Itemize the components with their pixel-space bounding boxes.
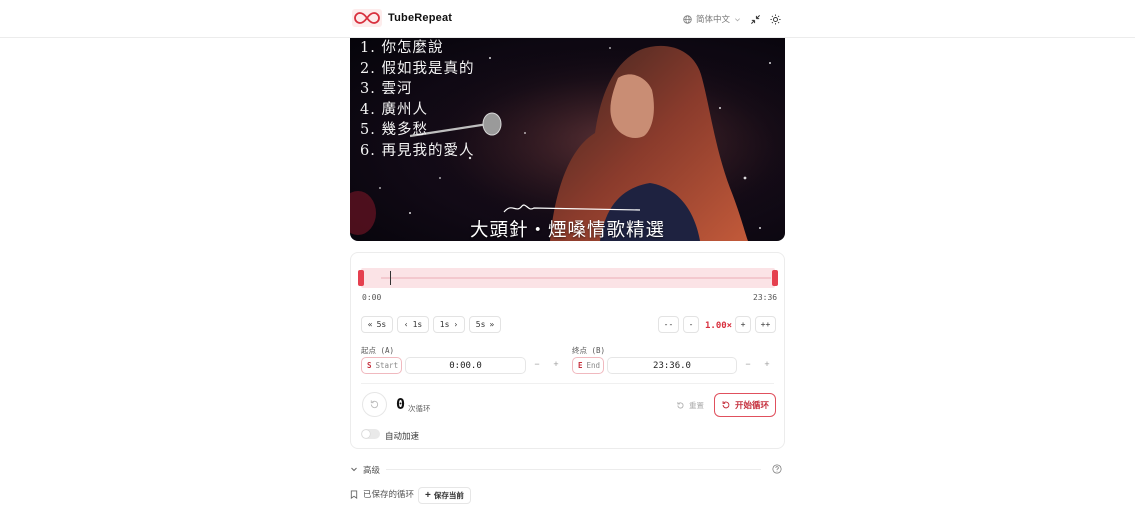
speed-down-button[interactable]: -	[683, 316, 699, 333]
timeline-range	[381, 277, 771, 279]
saved-loops-label: 已保存的循环	[363, 489, 415, 499]
speed-up-button[interactable]: +	[735, 316, 751, 333]
brand[interactable]: TubeRepeat	[352, 9, 452, 27]
timeline-start-time: 0:00	[362, 293, 382, 302]
loop-count-unit: 次循环	[408, 404, 431, 413]
signature-mark	[503, 204, 641, 213]
start-loop-button[interactable]: 开始循环	[714, 393, 776, 417]
loop-control-card: 0:00 23:36 «5s ‹ 1s 1s › 5s» -- - 1.00× + …	[350, 252, 785, 449]
divider	[386, 469, 761, 470]
top-bar: TubeRepeat 简体中文	[0, 0, 1135, 38]
double-chevron-left-icon: «	[367, 320, 373, 329]
timeline-track[interactable]	[358, 268, 778, 288]
song-list-overlay: 1. 你怎麼說 2. 假如我是真的 3. 雲河 4. 廣州人 5. 幾多愁 6.…	[360, 38, 474, 161]
loop-end-minus-button[interactable]: −	[743, 359, 753, 369]
song-list-item: 5. 幾多愁	[360, 122, 428, 138]
speed-value: 1.00×	[705, 321, 733, 331]
song-list-item: 1. 你怎麼說	[360, 40, 444, 56]
set-start-button[interactable]: S Start	[361, 357, 402, 374]
loop-start-time-input[interactable]: 0:00.0	[405, 357, 526, 374]
set-end-button[interactable]: E End	[572, 357, 604, 374]
language-selector[interactable]: 简体中文	[683, 13, 741, 25]
loop-counter-icon	[362, 392, 387, 417]
chevron-right-icon: ›	[453, 320, 459, 329]
toggle-knob	[362, 430, 370, 438]
auto-speed-label: 自动加速	[385, 431, 420, 441]
divider	[361, 383, 774, 384]
loop-end-time-input[interactable]: 23:36.0	[607, 357, 737, 374]
save-current-button[interactable]: + 保存当前	[418, 487, 471, 504]
timeline-end-time: 23:36	[753, 293, 778, 302]
repeat-icon	[722, 401, 730, 409]
speed-down-more-button[interactable]: --	[658, 316, 679, 333]
sun-icon[interactable]	[768, 12, 782, 26]
loop-end-label: 终点 (B)	[572, 346, 606, 355]
loop-count: 0	[396, 395, 406, 413]
chevron-down-icon	[735, 17, 740, 21]
loop-start-label: 起点 (A)	[361, 346, 395, 355]
song-list-item: 4. 廣州人	[360, 101, 428, 118]
infinity-logo-icon	[352, 9, 382, 27]
forward-5s-button[interactable]: 5s»	[469, 316, 501, 333]
saved-loops-header: 已保存的循环	[350, 488, 414, 500]
app-name: TubeRepeat	[388, 12, 453, 24]
double-chevron-right-icon: »	[489, 320, 495, 329]
collapse-icon[interactable]	[748, 12, 762, 26]
reset-button[interactable]: 重置	[676, 400, 704, 411]
loop-end-plus-button[interactable]: +	[762, 359, 772, 369]
loop-start-minus-button[interactable]: −	[532, 359, 542, 369]
speed-up-more-button[interactable]: ++	[755, 316, 776, 333]
video-player[interactable]: 1. 你怎麼說 2. 假如我是真的 3. 雲河 4. 廣州人 5. 幾多愁 6.…	[350, 38, 785, 241]
video-caption: 大頭針・煙嗓情歌精選	[469, 220, 665, 241]
chevron-left-icon: ‹	[403, 320, 409, 329]
plus-icon: +	[425, 489, 431, 501]
song-list-item: 2. 假如我是真的	[360, 60, 475, 77]
language-label: 简体中文	[696, 14, 731, 24]
loop-start-plus-button[interactable]: +	[551, 359, 561, 369]
end-handle[interactable]	[772, 268, 778, 288]
advanced-section-toggle[interactable]: 高级	[350, 463, 785, 475]
advanced-label: 高级	[363, 465, 381, 475]
help-icon[interactable]	[772, 464, 782, 474]
start-handle[interactable]	[358, 268, 364, 288]
back-1s-button[interactable]: ‹ 1s	[397, 316, 429, 333]
bookmark-icon	[350, 489, 358, 499]
chevron-down-icon	[351, 467, 357, 472]
playhead[interactable]	[389, 271, 392, 285]
forward-1s-button[interactable]: 1s ›	[433, 316, 465, 333]
globe-icon	[683, 14, 692, 24]
song-list-item: 6. 再見我的愛人	[360, 142, 475, 159]
reset-icon	[677, 402, 684, 409]
back-5s-button[interactable]: «5s	[361, 316, 393, 333]
song-list-item: 3. 雲河	[360, 81, 413, 97]
auto-speed-toggle[interactable]	[361, 429, 380, 439]
